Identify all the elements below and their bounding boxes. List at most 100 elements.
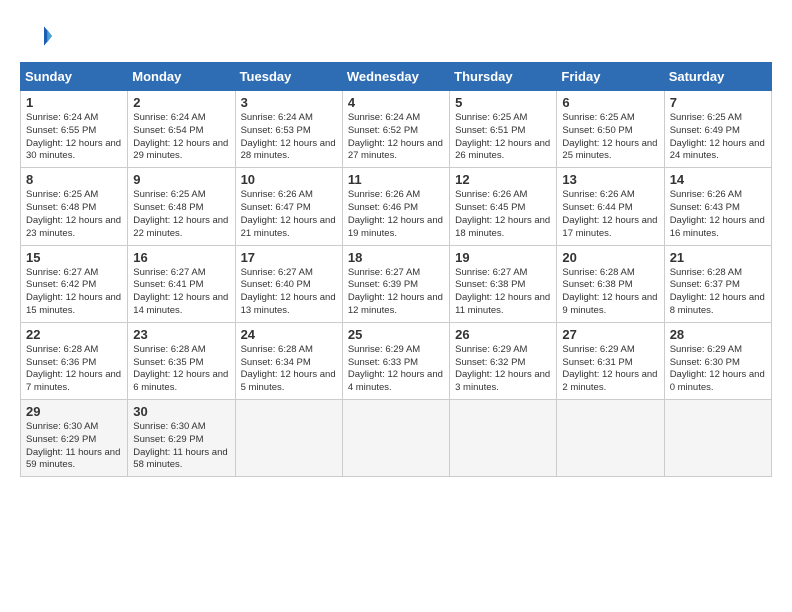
calendar-cell: 11Sunrise: 6:26 AMSunset: 6:46 PMDayligh… — [342, 168, 449, 245]
day-info: Sunrise: 6:26 AMSunset: 6:43 PMDaylight:… — [670, 189, 766, 240]
day-number: 1 — [26, 95, 122, 110]
calendar-cell: 19 Sunrise: 6:27 AMSunset: 6:38 PMDayligh… — [450, 245, 557, 322]
calendar-cell: 5 Sunrise: 6:25 AMSunset: 6:51 PMDaylight… — [450, 91, 557, 168]
day-number: 29 — [26, 404, 122, 419]
day-number: 30 — [133, 404, 229, 419]
calendar-cell: 29 Sunrise: 6:30 AMSunset: 6:29 PMDayligh… — [21, 400, 128, 477]
day-number: 2 — [133, 95, 229, 110]
day-info: Sunrise: 6:30 AMSunset: 6:29 PMDaylight:… — [26, 421, 122, 472]
day-info: Sunrise: 6:25 AMSunset: 6:49 PMDaylight:… — [670, 112, 766, 163]
calendar-cell: 8 Sunrise: 6:25 AMSunset: 6:48 PMDaylight… — [21, 168, 128, 245]
day-number: 24 — [241, 327, 337, 342]
calendar-cell: 2 Sunrise: 6:24 AMSunset: 6:54 PMDaylight… — [128, 91, 235, 168]
calendar-cell: 18 Sunrise: 6:27 AMSunset: 6:39 PMDayligh… — [342, 245, 449, 322]
calendar-cell: 24 Sunrise: 6:28 AMSunset: 6:34 PMDayligh… — [235, 322, 342, 399]
day-number: 12 — [455, 172, 551, 187]
weekday-header-tuesday: Tuesday — [235, 63, 342, 91]
calendar-cell: 16 Sunrise: 6:27 AMSunset: 6:41 PMDayligh… — [128, 245, 235, 322]
calendar-cell: 28 Sunrise: 6:29 AMSunset: 6:30 PMDayligh… — [664, 322, 771, 399]
day-number: 23 — [133, 327, 229, 342]
day-info: Sunrise: 6:28 AMSunset: 6:37 PMDaylight:… — [670, 267, 766, 318]
calendar-cell: 7 Sunrise: 6:25 AMSunset: 6:49 PMDaylight… — [664, 91, 771, 168]
calendar-week-1: 1 Sunrise: 6:24 AMSunset: 6:55 PMDaylight… — [21, 91, 772, 168]
day-info: Sunrise: 6:30 AMSunset: 6:29 PMDaylight:… — [133, 421, 229, 472]
calendar-cell — [664, 400, 771, 477]
calendar-week-3: 15Sunrise: 6:27 AMSunset: 6:42 PMDayligh… — [21, 245, 772, 322]
day-info: Sunrise: 6:24 AMSunset: 6:55 PMDaylight:… — [26, 112, 122, 163]
day-number: 28 — [670, 327, 766, 342]
logo — [20, 20, 56, 52]
day-info: Sunrise: 6:25 AMSunset: 6:50 PMDaylight:… — [562, 112, 658, 163]
day-info: Sunrise: 6:28 AMSunset: 6:36 PMDaylight:… — [26, 344, 122, 395]
calendar-cell: 14Sunrise: 6:26 AMSunset: 6:43 PMDayligh… — [664, 168, 771, 245]
calendar-cell: 6 Sunrise: 6:25 AMSunset: 6:50 PMDaylight… — [557, 91, 664, 168]
day-number: 25 — [348, 327, 444, 342]
calendar-cell: 30 Sunrise: 6:30 AMSunset: 6:29 PMDayligh… — [128, 400, 235, 477]
weekday-header-sunday: Sunday — [21, 63, 128, 91]
day-info: Sunrise: 6:27 AMSunset: 6:39 PMDaylight:… — [348, 267, 444, 318]
calendar-cell: 17 Sunrise: 6:27 AMSunset: 6:40 PMDayligh… — [235, 245, 342, 322]
day-number: 20 — [562, 250, 658, 265]
day-number: 10 — [241, 172, 337, 187]
day-info: Sunrise: 6:27 AMSunset: 6:38 PMDaylight:… — [455, 267, 551, 318]
day-number: 26 — [455, 327, 551, 342]
day-info: Sunrise: 6:28 AMSunset: 6:38 PMDaylight:… — [562, 267, 658, 318]
day-number: 18 — [348, 250, 444, 265]
day-info: Sunrise: 6:29 AMSunset: 6:31 PMDaylight:… — [562, 344, 658, 395]
day-number: 3 — [241, 95, 337, 110]
day-info: Sunrise: 6:24 AMSunset: 6:54 PMDaylight:… — [133, 112, 229, 163]
day-number: 27 — [562, 327, 658, 342]
weekday-header-friday: Friday — [557, 63, 664, 91]
day-info: Sunrise: 6:25 AMSunset: 6:51 PMDaylight:… — [455, 112, 551, 163]
calendar-cell: 15Sunrise: 6:27 AMSunset: 6:42 PMDayligh… — [21, 245, 128, 322]
day-info: Sunrise: 6:26 AMSunset: 6:44 PMDaylight:… — [562, 189, 658, 240]
weekday-header-thursday: Thursday — [450, 63, 557, 91]
calendar-cell: 20 Sunrise: 6:28 AMSunset: 6:38 PMDayligh… — [557, 245, 664, 322]
calendar-cell — [342, 400, 449, 477]
day-info: Sunrise: 6:26 AMSunset: 6:47 PMDaylight:… — [241, 189, 337, 240]
calendar-cell: 22 Sunrise: 6:28 AMSunset: 6:36 PMDayligh… — [21, 322, 128, 399]
calendar-cell: 21 Sunrise: 6:28 AMSunset: 6:37 PMDayligh… — [664, 245, 771, 322]
calendar-cell: 9 Sunrise: 6:25 AMSunset: 6:48 PMDaylight… — [128, 168, 235, 245]
day-info: Sunrise: 6:26 AMSunset: 6:45 PMDaylight:… — [455, 189, 551, 240]
day-info: Sunrise: 6:29 AMSunset: 6:30 PMDaylight:… — [670, 344, 766, 395]
calendar-cell: 26 Sunrise: 6:29 AMSunset: 6:32 PMDayligh… — [450, 322, 557, 399]
day-number: 5 — [455, 95, 551, 110]
calendar-cell: 10 Sunrise: 6:26 AMSunset: 6:47 PMDayligh… — [235, 168, 342, 245]
calendar-header-row: SundayMondayTuesdayWednesdayThursdayFrid… — [21, 63, 772, 91]
day-number: 6 — [562, 95, 658, 110]
day-number: 21 — [670, 250, 766, 265]
day-info: Sunrise: 6:24 AMSunset: 6:52 PMDaylight:… — [348, 112, 444, 163]
calendar-week-4: 22 Sunrise: 6:28 AMSunset: 6:36 PMDayligh… — [21, 322, 772, 399]
day-number: 13 — [562, 172, 658, 187]
day-number: 15 — [26, 250, 122, 265]
calendar-cell — [557, 400, 664, 477]
day-info: Sunrise: 6:27 AMSunset: 6:41 PMDaylight:… — [133, 267, 229, 318]
weekday-header-wednesday: Wednesday — [342, 63, 449, 91]
day-info: Sunrise: 6:28 AMSunset: 6:34 PMDaylight:… — [241, 344, 337, 395]
calendar-cell: 25Sunrise: 6:29 AMSunset: 6:33 PMDayligh… — [342, 322, 449, 399]
day-info: Sunrise: 6:27 AMSunset: 6:40 PMDaylight:… — [241, 267, 337, 318]
calendar-cell: 12 Sunrise: 6:26 AMSunset: 6:45 PMDayligh… — [450, 168, 557, 245]
logo-icon — [20, 20, 52, 52]
calendar-cell: 23 Sunrise: 6:28 AMSunset: 6:35 PMDayligh… — [128, 322, 235, 399]
calendar-cell: 1 Sunrise: 6:24 AMSunset: 6:55 PMDaylight… — [21, 91, 128, 168]
day-number: 7 — [670, 95, 766, 110]
day-number: 22 — [26, 327, 122, 342]
day-info: Sunrise: 6:29 AMSunset: 6:32 PMDaylight:… — [455, 344, 551, 395]
calendar-table: SundayMondayTuesdayWednesdayThursdayFrid… — [20, 62, 772, 477]
day-info: Sunrise: 6:25 AMSunset: 6:48 PMDaylight:… — [26, 189, 122, 240]
day-number: 19 — [455, 250, 551, 265]
day-info: Sunrise: 6:25 AMSunset: 6:48 PMDaylight:… — [133, 189, 229, 240]
day-number: 8 — [26, 172, 122, 187]
day-number: 17 — [241, 250, 337, 265]
calendar-cell — [235, 400, 342, 477]
calendar-cell: 27 Sunrise: 6:29 AMSunset: 6:31 PMDayligh… — [557, 322, 664, 399]
calendar-week-2: 8 Sunrise: 6:25 AMSunset: 6:48 PMDaylight… — [21, 168, 772, 245]
day-number: 9 — [133, 172, 229, 187]
day-info: Sunrise: 6:28 AMSunset: 6:35 PMDaylight:… — [133, 344, 229, 395]
calendar-cell: 4Sunrise: 6:24 AMSunset: 6:52 PMDaylight… — [342, 91, 449, 168]
day-number: 16 — [133, 250, 229, 265]
weekday-header-saturday: Saturday — [664, 63, 771, 91]
calendar-week-5: 29 Sunrise: 6:30 AMSunset: 6:29 PMDayligh… — [21, 400, 772, 477]
